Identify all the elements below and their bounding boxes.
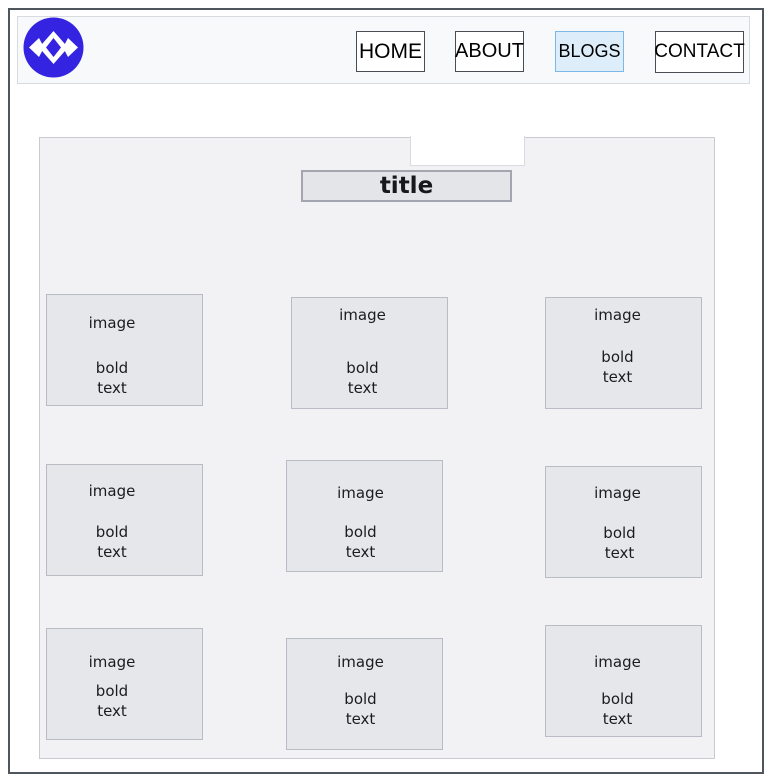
- card-bold-text: bold text: [95, 682, 129, 720]
- blog-card[interactable]: image bold text: [545, 466, 702, 578]
- card-bold-text: bold text: [344, 690, 377, 728]
- card-image-placeholder: image: [594, 484, 641, 502]
- card-image-placeholder: image: [337, 653, 384, 671]
- blog-card[interactable]: image bold text: [286, 638, 443, 750]
- card-bold-text: bold text: [603, 524, 636, 562]
- card-image-placeholder: image: [337, 484, 384, 502]
- nav-about-button[interactable]: ABOUT: [455, 31, 524, 72]
- blog-card[interactable]: image bold text: [286, 460, 443, 572]
- blog-card[interactable]: image bold text: [291, 297, 448, 409]
- logo-icon[interactable]: [23, 17, 84, 78]
- card-bold-text: bold text: [601, 690, 634, 728]
- card-image-placeholder: image: [594, 306, 641, 324]
- card-bold-text: bold text: [344, 523, 377, 561]
- card-bold-text: bold text: [95, 359, 129, 397]
- card-image-placeholder: image: [88, 482, 136, 500]
- blog-card[interactable]: image bold text: [46, 294, 203, 406]
- card-image-placeholder: image: [88, 314, 136, 332]
- card-bold-text: bold text: [346, 359, 379, 397]
- card-bold-text: bold text: [601, 348, 634, 386]
- page-title: title: [301, 170, 512, 202]
- blog-card[interactable]: image bold text: [46, 464, 203, 576]
- card-image-placeholder: image: [594, 653, 641, 671]
- panel-tab: [410, 136, 525, 166]
- nav-blogs-button[interactable]: BLOGS: [555, 31, 624, 72]
- blog-card[interactable]: image bold text: [545, 625, 702, 737]
- nav-contact-button[interactable]: CONTACT: [654, 31, 745, 73]
- card-bold-text: bold text: [95, 523, 129, 561]
- card-image-placeholder: image: [339, 306, 386, 324]
- blog-card[interactable]: image bold text: [545, 297, 702, 409]
- card-image-placeholder: image: [88, 653, 136, 671]
- blog-card[interactable]: image bold text: [46, 628, 203, 740]
- nav-home-button[interactable]: HOME: [356, 31, 425, 72]
